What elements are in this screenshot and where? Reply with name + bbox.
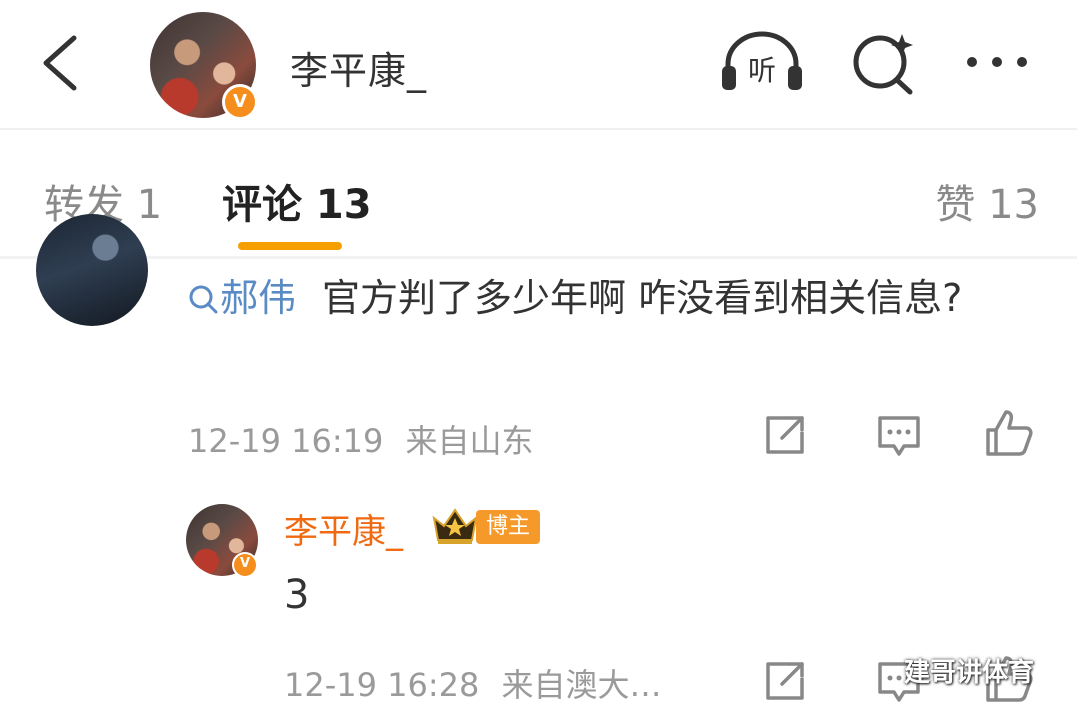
search-icon [189, 285, 218, 314]
mention-name: 郝伟 [220, 276, 297, 320]
verified-badge: V [222, 84, 258, 120]
watermark-text: 建哥讲体育 [904, 658, 1035, 688]
listen-button[interactable]: 听 [720, 30, 804, 94]
comment-body: 郝伟 官方判了多少年啊 咋没看到相关信息? [188, 270, 1048, 326]
comment-text: 官方判了多少年啊 咋没看到相关信息? [322, 276, 963, 320]
crown-icon [430, 506, 480, 546]
share-icon [766, 662, 804, 700]
reply-button[interactable] [874, 410, 924, 460]
more-dots-icon [967, 57, 1027, 67]
mention-link[interactable]: 郝伟 [188, 276, 296, 320]
back-chevron-icon [43, 35, 77, 91]
comment-meta: 12-19 16:19 来自山东 [188, 416, 534, 462]
headphones-icon: 听 [722, 31, 802, 90]
search-sparkle-icon [853, 34, 913, 95]
tab-like[interactable]: 赞 13 [935, 172, 1039, 230]
reply-time: 12-19 16:28 [284, 666, 480, 704]
tab-comment[interactable]: 评论 13 [222, 172, 372, 230]
comment-icon [878, 416, 920, 456]
active-tab-indicator [238, 242, 342, 250]
reply-meta: 12-19 16:28 来自澳大… [284, 660, 662, 706]
reply-author-name[interactable]: 李平康_ [284, 504, 403, 553]
reply-text: 3 [284, 572, 310, 618]
more-button[interactable] [962, 42, 1032, 82]
blogger-badge: 博主 [476, 510, 541, 544]
search-button[interactable] [850, 30, 916, 96]
reply-share-button[interactable] [760, 656, 810, 706]
verified-badge-small: V [232, 552, 258, 578]
thumbs-up-icon [986, 410, 1033, 456]
share-icon [766, 416, 804, 454]
svg-text:听: 听 [748, 54, 776, 87]
page-title[interactable]: 李平康_ [290, 40, 427, 95]
back-button[interactable] [38, 34, 82, 92]
share-button[interactable] [760, 410, 810, 460]
tabs-divider [0, 256, 1077, 259]
header-divider [0, 128, 1077, 130]
commenter-avatar[interactable] [36, 214, 148, 326]
like-button[interactable] [984, 408, 1034, 458]
comment-location: 来自山东 [405, 422, 534, 460]
comment-time: 12-19 16:19 [188, 422, 384, 460]
reply-location: 来自澳大… [501, 666, 662, 704]
